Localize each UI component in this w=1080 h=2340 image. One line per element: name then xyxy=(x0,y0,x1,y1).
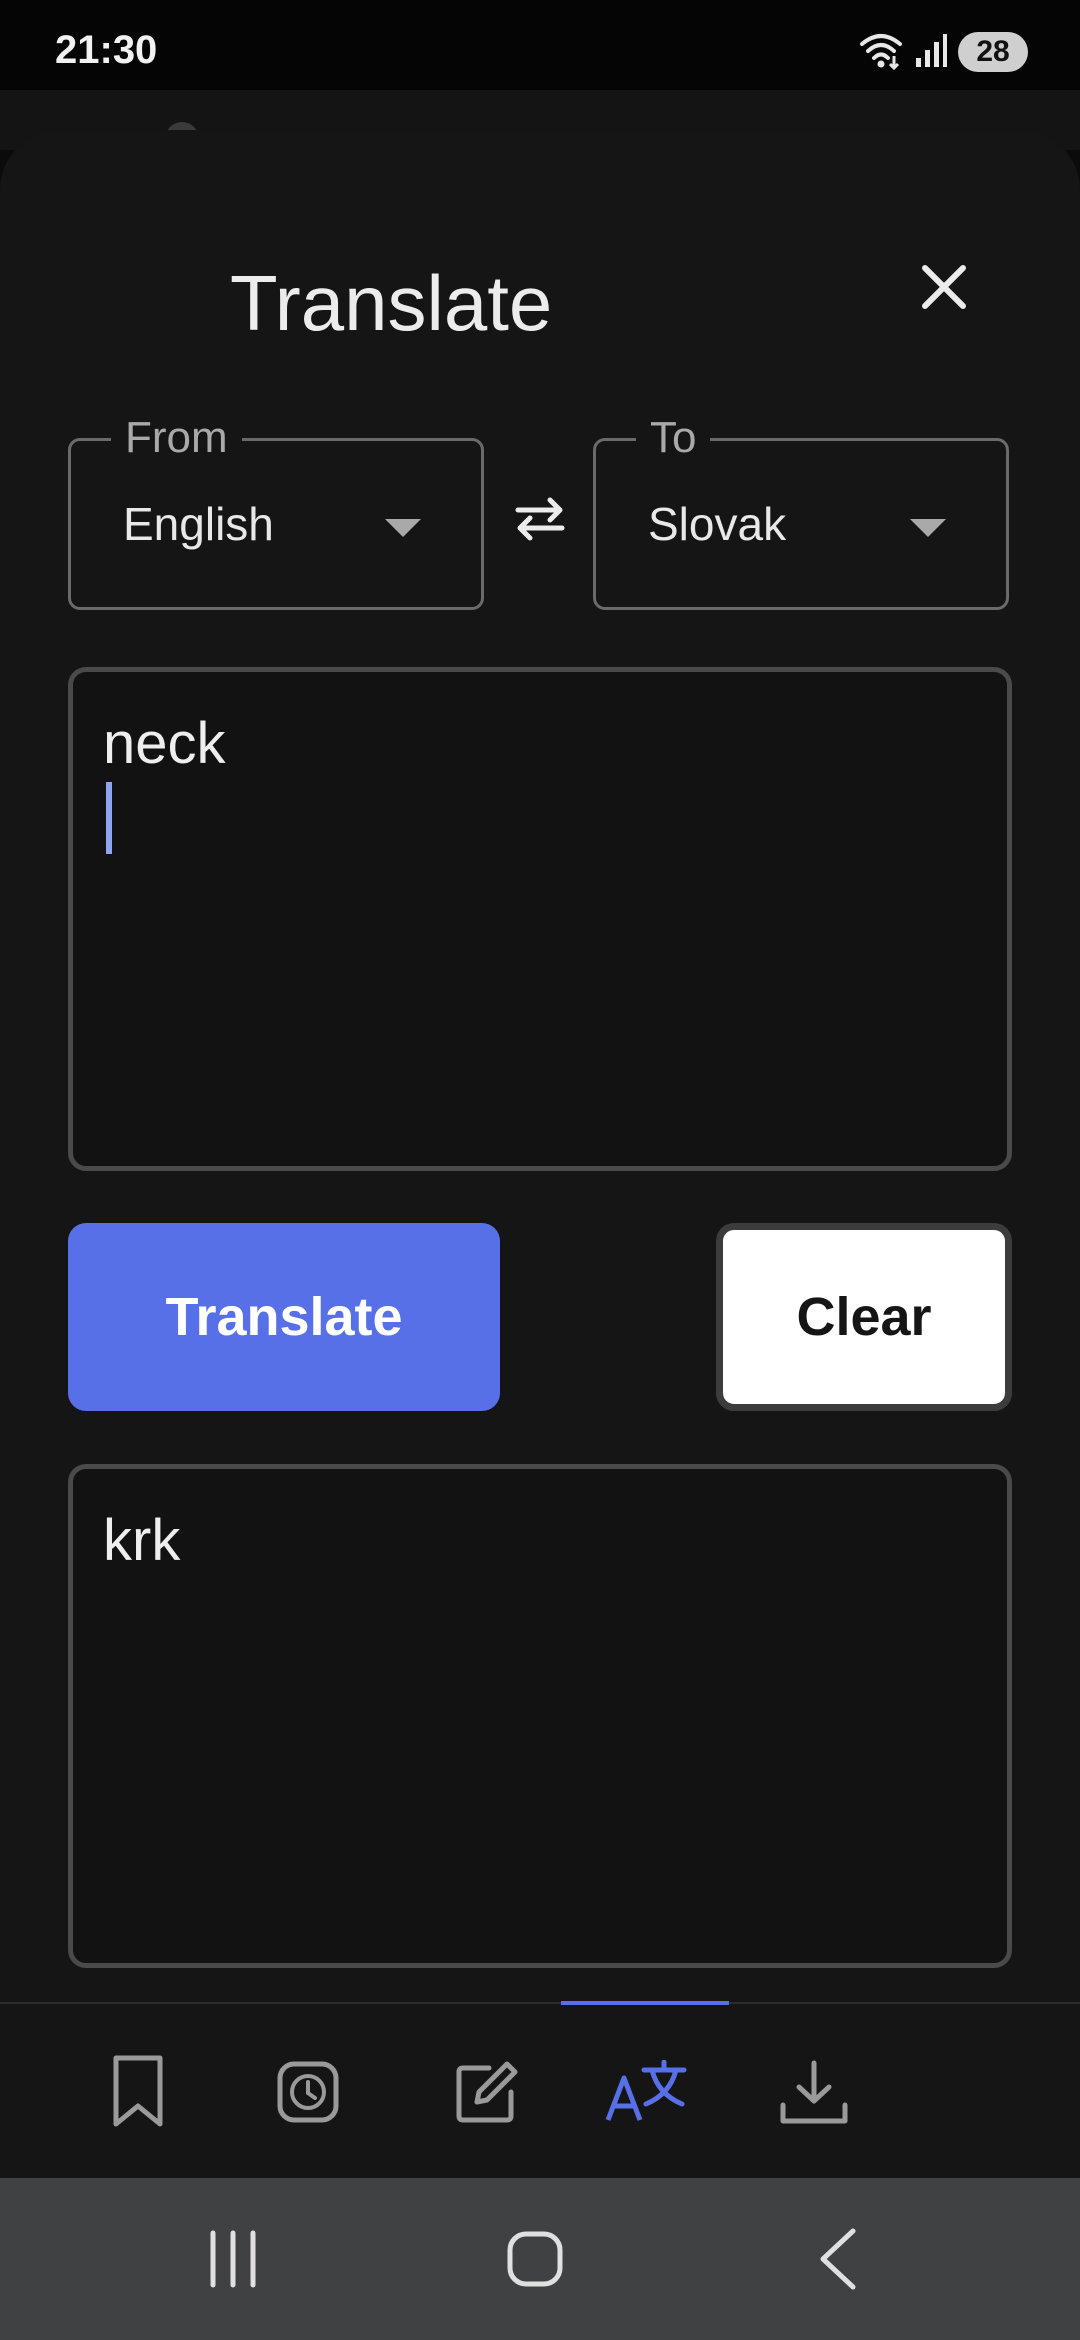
status-icons: 28 xyxy=(858,30,1028,74)
source-text-input[interactable]: neck xyxy=(68,667,1012,1171)
signal-icon xyxy=(914,32,948,73)
to-language-select[interactable]: To Slovak xyxy=(593,408,1009,610)
close-icon xyxy=(919,262,969,317)
home-button[interactable] xyxy=(485,2216,585,2306)
to-label: To xyxy=(636,408,711,468)
to-language-value: Slovak xyxy=(648,498,787,550)
from-language-select[interactable]: From English xyxy=(68,408,484,610)
nav-downloads[interactable] xyxy=(764,2044,864,2144)
from-label: From xyxy=(111,408,242,468)
translate-button[interactable]: Translate xyxy=(68,1223,500,1411)
translate-icon xyxy=(604,2059,690,2129)
bookmark-icon xyxy=(110,2054,166,2135)
clear-button[interactable]: Clear xyxy=(716,1223,1012,1411)
recents-button[interactable] xyxy=(183,2216,283,2306)
chevron-down-icon xyxy=(385,519,421,537)
recents-icon xyxy=(203,2229,263,2294)
source-text: neck xyxy=(103,711,226,776)
edit-icon xyxy=(453,2058,521,2131)
home-icon xyxy=(505,2229,565,2294)
back-button[interactable] xyxy=(788,2216,888,2306)
close-button[interactable] xyxy=(905,250,983,328)
history-icon xyxy=(276,2060,340,2129)
nav-translate[interactable] xyxy=(597,2044,697,2144)
nav-bookmarks[interactable] xyxy=(88,2044,188,2144)
dialog-title: Translate xyxy=(230,259,553,347)
battery-indicator: 28 xyxy=(958,32,1028,72)
translate-sheet: Translate From English To Slovak neck Tr… xyxy=(0,130,1080,2002)
translation-output[interactable]: krk xyxy=(68,1464,1012,1968)
screen: 21:30 28 Translate From English To Slova… xyxy=(0,0,1080,2340)
swap-languages-button[interactable] xyxy=(508,488,572,552)
download-icon xyxy=(779,2059,849,2130)
bottom-navigation xyxy=(0,2001,1080,2178)
system-navigation-bar xyxy=(0,2178,1080,2340)
text-cursor xyxy=(106,782,112,854)
translated-text: krk xyxy=(103,1508,181,1573)
swap-arrows-icon xyxy=(512,490,568,551)
chevron-down-icon xyxy=(910,519,946,537)
status-time: 21:30 xyxy=(55,28,158,72)
wifi-icon xyxy=(858,30,904,75)
nav-history[interactable] xyxy=(258,2044,358,2144)
from-language-value: English xyxy=(123,498,274,550)
status-bar: 21:30 28 xyxy=(0,0,1080,90)
nav-edit[interactable] xyxy=(437,2044,537,2144)
back-icon xyxy=(813,2227,863,2296)
active-tab-indicator xyxy=(561,2001,729,2005)
